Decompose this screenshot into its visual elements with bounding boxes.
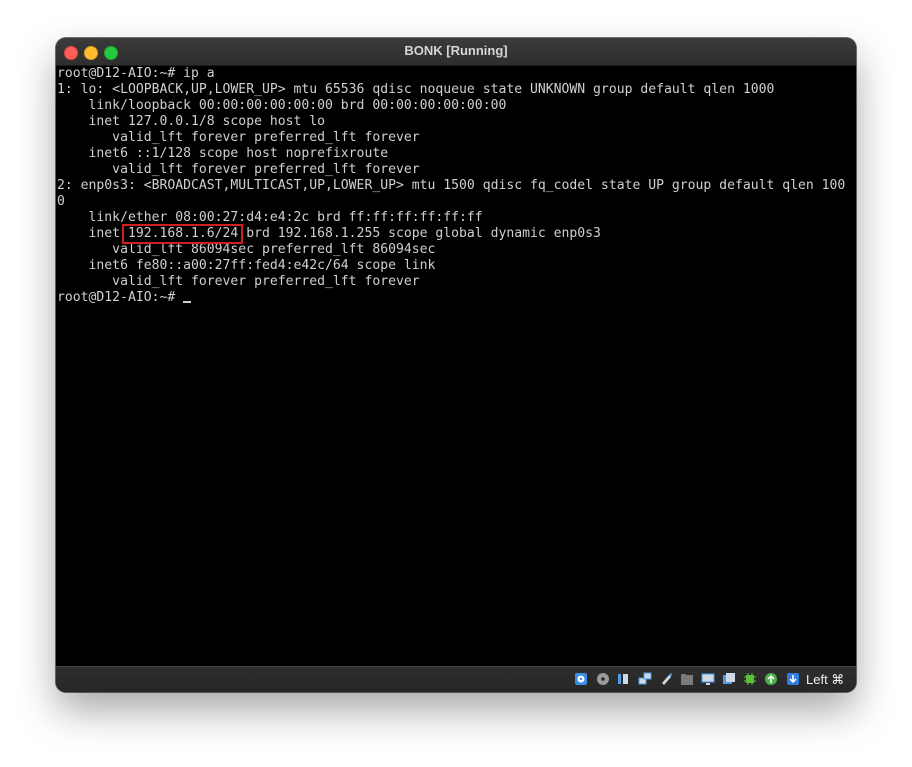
cpu-icon[interactable] [743, 672, 757, 686]
vm-status-bar: Left ⌘ [56, 666, 856, 692]
title-bar[interactable]: BONK [Running] [56, 38, 856, 66]
audio-icon[interactable] [616, 672, 630, 686]
hard-disk-icon[interactable] [574, 672, 588, 686]
vm-window: BONK [Running] root@D12-AIO:~# ip a 1: l… [56, 38, 856, 692]
mouse-integration-icon[interactable] [764, 672, 778, 686]
recording-icon[interactable] [722, 672, 736, 686]
terminal-line: 1: lo: <LOOPBACK,UP,LOWER_UP> mtu 65536 … [57, 82, 775, 97]
terminal-line: valid_lft 86094sec preferred_lft 86094se… [57, 242, 436, 257]
terminal-line: inet 127.0.0.1/8 scope host lo [57, 114, 326, 129]
terminal-line: inet6 ::1/128 scope host noprefixroute [57, 146, 389, 161]
terminal-line: 2: enp0s3: <BROADCAST,MULTICAST,UP,LOWER… [57, 178, 846, 193]
terminal-line: valid_lft forever preferred_lft forever [57, 162, 420, 177]
host-key-label: Left ⌘ [806, 672, 845, 687]
terminal-line: link/loopback 00:00:00:00:00:00 brd 00:0… [57, 98, 507, 113]
terminal-screen[interactable]: root@D12-AIO:~# ip a 1: lo: <LOOPBACK,UP… [56, 66, 856, 666]
usb-icon[interactable] [659, 672, 673, 686]
shared-folders-icon[interactable] [680, 672, 694, 686]
text-cursor [183, 301, 192, 303]
terminal-line: valid_lft forever preferred_lft forever [57, 130, 420, 145]
optical-drive-icon[interactable] [596, 672, 610, 686]
terminal-line: root@D12-AIO:~# ip a [57, 66, 215, 81]
ip-address-highlight [122, 224, 243, 244]
terminal-line: 0 [57, 194, 65, 209]
window-title: BONK [Running] [404, 43, 508, 58]
network-icon[interactable] [638, 672, 652, 686]
shell-prompt: root@D12-AIO:~# [57, 290, 184, 305]
terminal-line: valid_lft forever preferred_lft forever [57, 274, 420, 289]
terminal-prompt-line: root@D12-AIO:~# [57, 290, 192, 306]
terminal-line: inet6 fe80::a00:27ff:fed4:e42c/64 scope … [57, 258, 436, 273]
terminal-line: link/ether 08:00:27:d4:e4:2c brd ff:ff:f… [57, 210, 483, 225]
keyboard-capture-icon[interactable] [786, 672, 800, 686]
display-icon[interactable] [701, 672, 715, 686]
